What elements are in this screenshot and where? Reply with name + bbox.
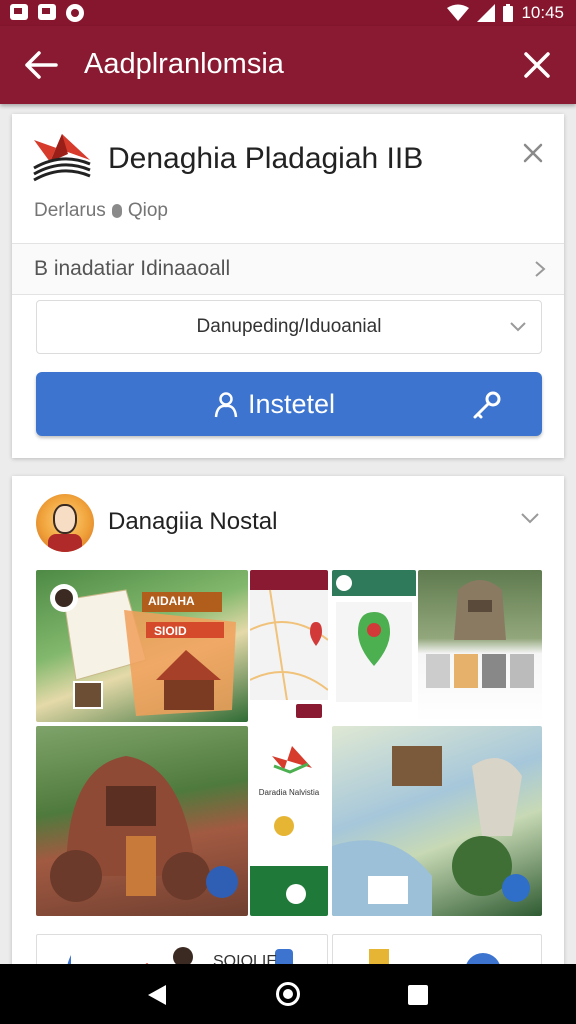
install-button-label: Instetel [248, 389, 336, 419]
install-button[interactable]: Instetel [36, 372, 542, 436]
screenshot-6-caption: Daradia Nalvistia [258, 788, 320, 797]
status-time: 10:45 [521, 3, 564, 22]
record-notification-icon [66, 4, 84, 22]
status-bar: 10:45 [0, 0, 576, 26]
status-right: 10:45 [447, 3, 564, 23]
chevron-right-icon [535, 261, 546, 277]
user-icon [214, 392, 238, 418]
screenshot-7[interactable] [332, 726, 542, 916]
screenshot-2[interactable] [250, 570, 328, 722]
nav-recent-icon[interactable] [408, 985, 428, 1005]
details-row[interactable]: B inadatiar Idinaaoall [12, 244, 564, 294]
version-dropdown[interactable]: Danupeding/Iduoanial [36, 300, 542, 354]
back-arrow-icon[interactable] [24, 50, 58, 80]
developer-card: Danagiia Nostal AIDAHA SIOID Daradia Nal… [12, 476, 564, 976]
app-logo-icon [33, 134, 91, 182]
carving-illustration [50, 756, 238, 902]
screenshot-1-banner: AIDAHA [148, 594, 195, 608]
message-notification-icon [38, 4, 56, 20]
app-meta: Derlarus Qiop [34, 200, 168, 222]
notification-icons [10, 4, 84, 22]
app-bar-title: Aadplranlomsia [84, 48, 284, 80]
app-list-illustration [332, 570, 416, 722]
system-nav-bar [0, 964, 576, 1024]
signal-icon [477, 4, 496, 22]
map-screen-illustration [250, 570, 328, 722]
info-dot-icon [111, 204, 122, 218]
screenshot-5[interactable] [36, 726, 248, 916]
gallery-notification-icon [10, 4, 28, 20]
screenshot-3[interactable] [332, 570, 416, 722]
screenshot-6[interactable]: Daradia Nalvistia [250, 726, 328, 916]
map-house-illustration [50, 584, 236, 716]
statue-illustration [426, 580, 534, 688]
nav-home-icon[interactable] [276, 982, 300, 1006]
developer-avatar [36, 494, 94, 552]
divider [12, 294, 564, 295]
details-row-label: B inadatiar Idinaaoall [34, 257, 231, 280]
dismiss-icon[interactable] [522, 142, 544, 164]
avatar-face [53, 504, 77, 534]
developer-name: Danagiia Nostal [108, 508, 278, 535]
app-name: Denaghia Pladagiah IIB [108, 142, 424, 175]
screenshot-1[interactable]: AIDAHA SIOID [36, 570, 248, 722]
app-meta-category: Qiop [127, 200, 168, 221]
screenshot-4[interactable] [418, 570, 542, 722]
promo-illustration [250, 746, 328, 916]
battery-icon [503, 4, 514, 22]
avatar-body [48, 534, 82, 552]
close-icon[interactable] [522, 50, 552, 80]
nav-back-icon[interactable] [146, 984, 168, 1006]
app-info-card: Denaghia Pladagiah IIB Derlarus Qiop B i… [12, 114, 564, 458]
map-statue-illustration [332, 746, 530, 916]
chevron-down-icon [510, 322, 526, 332]
chevron-down-icon[interactable] [520, 512, 540, 525]
app-bar: Aadplranlomsia [0, 26, 576, 104]
wifi-icon [447, 4, 470, 21]
app-meta-publisher: Derlarus [34, 200, 106, 221]
key-icon [473, 391, 501, 419]
screenshot-1-sign: SIOID [154, 624, 187, 638]
dropdown-value: Danupeding/Iduoanial [196, 316, 382, 337]
